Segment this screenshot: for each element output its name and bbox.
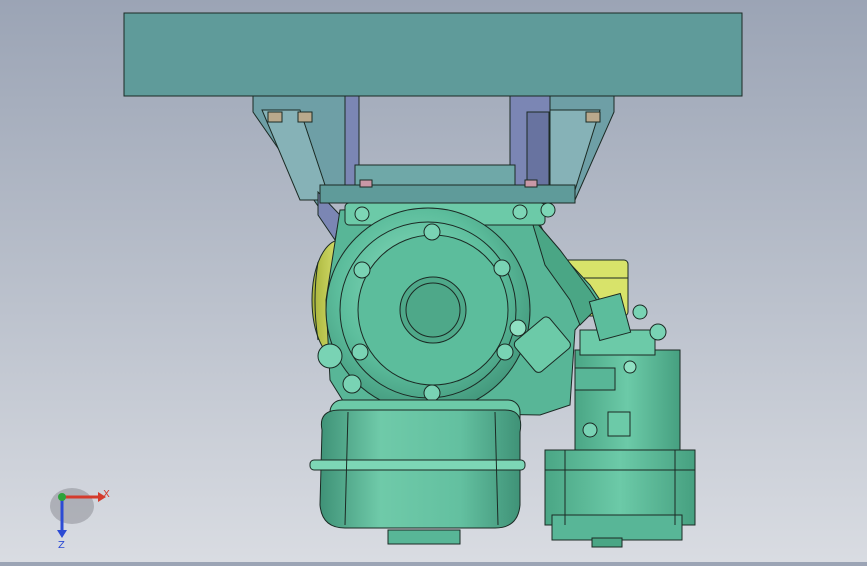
control-box[interactable] [544,449,696,548]
mounting-plate[interactable] [123,12,743,97]
gearbox-housing[interactable] [317,202,601,416]
triad-shadow [50,488,94,524]
model-render[interactable]: X Z [0,0,867,562]
z-axis-label: Z [58,540,65,551]
x-axis-label: X [103,489,110,500]
valve-assembly[interactable] [574,292,681,451]
oil-tank[interactable] [309,399,526,545]
y-axis-point [58,493,66,501]
cad-3d-viewport[interactable]: X Z [0,0,867,562]
orientation-triad: X Z [50,488,110,551]
